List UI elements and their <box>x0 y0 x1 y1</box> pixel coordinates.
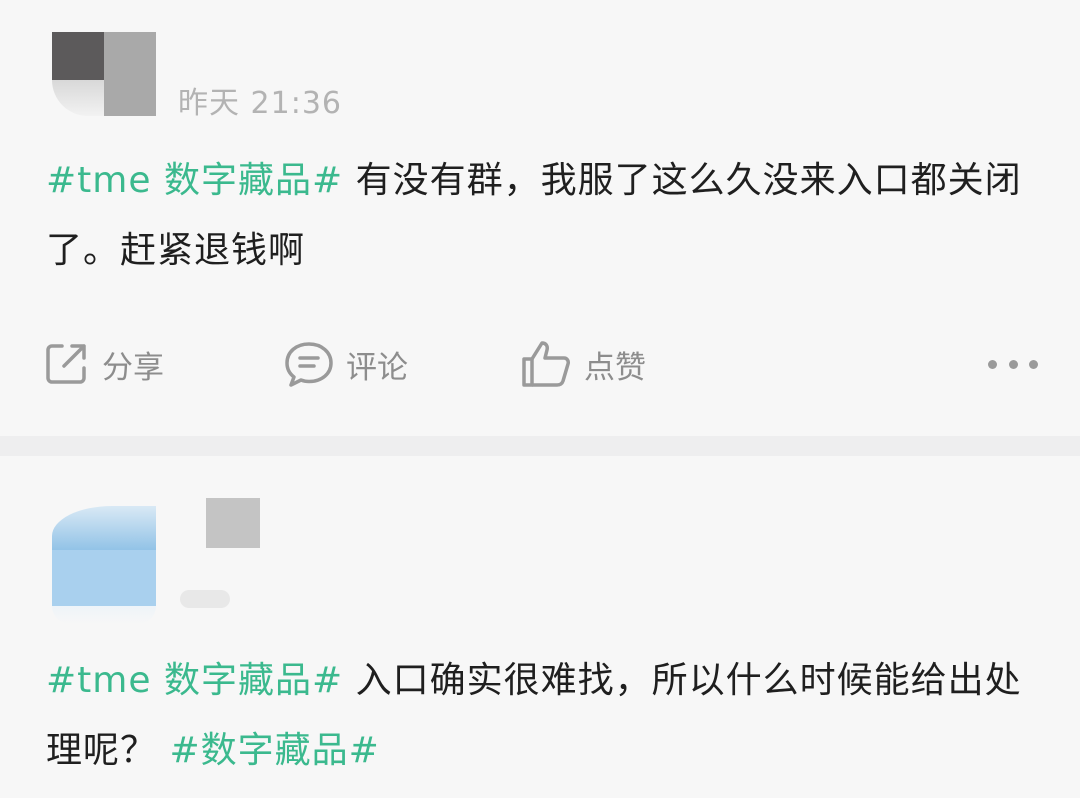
post-separator <box>0 436 1080 456</box>
username-blurred[interactable] <box>206 498 260 548</box>
comment-label: 评论 <box>346 349 408 386</box>
topic-link[interactable]: #tme 数字藏品# <box>46 160 343 201</box>
post-1: 昨天 21:36 #tme 数字藏品# 有没有群，我服了这么久没来入口都关闭了。… <box>0 0 1080 436</box>
topic-link[interactable]: #tme 数字藏品# <box>46 660 343 701</box>
post-time-blurred <box>180 590 230 608</box>
share-icon <box>46 344 86 384</box>
avatar[interactable] <box>52 32 156 116</box>
topic-link[interactable]: #数字藏品# <box>169 730 379 771</box>
post-actions: 分享 评论 点赞 <box>0 332 1080 396</box>
avatar-part <box>52 80 104 116</box>
more-dot <box>1008 359 1018 369</box>
more-dot <box>1029 359 1038 369</box>
post-time: 昨天 21:36 <box>178 86 342 121</box>
more-dot <box>988 359 997 369</box>
like-label: 点赞 <box>584 349 646 386</box>
avatar-part <box>104 32 156 116</box>
avatar-part <box>52 550 156 606</box>
more-icon[interactable] <box>988 352 1038 376</box>
avatar-part <box>52 32 104 80</box>
comment-button[interactable]: 评论 <box>284 332 408 396</box>
avatar-part <box>52 506 156 552</box>
like-icon <box>522 341 570 387</box>
post-text: #tme 数字藏品# 入口确实很难找，所以什么时候能给出处理呢？ #数字藏品# <box>46 646 1036 786</box>
avatar-part <box>52 606 156 624</box>
share-label: 分享 <box>102 349 164 386</box>
like-button[interactable]: 点赞 <box>520 332 646 396</box>
avatar[interactable] <box>52 506 156 624</box>
post-text: #tme 数字藏品# 有没有群，我服了这么久没来入口都关闭了。赶紧退钱啊 <box>46 146 1036 286</box>
share-button[interactable]: 分享 <box>42 332 164 396</box>
comment-icon <box>285 342 333 387</box>
